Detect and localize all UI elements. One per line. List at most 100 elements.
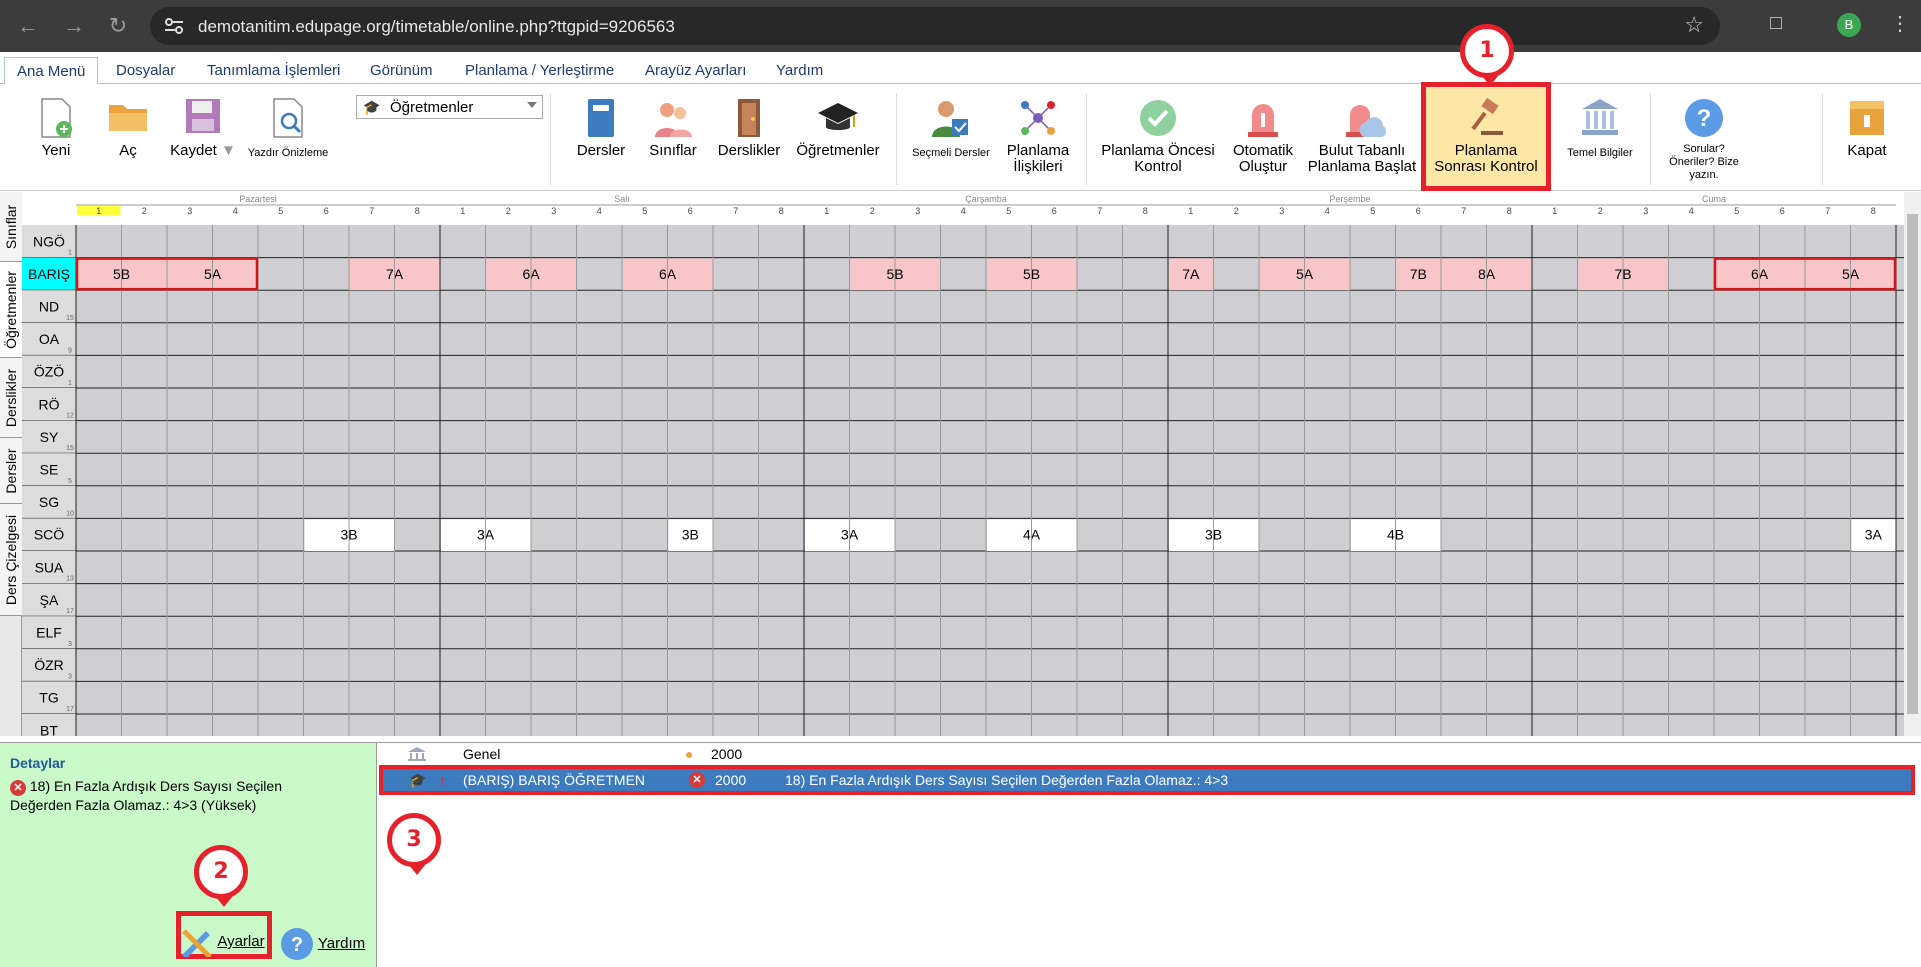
url-text[interactable]: demotanitim.edupage.org/timetable/online… bbox=[198, 17, 675, 37]
period-header: 6 bbox=[1052, 206, 1057, 216]
period-header: 8 bbox=[1143, 206, 1148, 216]
result-value: 2000 bbox=[715, 772, 747, 788]
bookmark-star-icon[interactable]: ☆ bbox=[1684, 12, 1704, 38]
tab-gorunum[interactable]: Görünüm bbox=[358, 57, 445, 84]
save-button[interactable]: Kaydet ▼ bbox=[168, 85, 238, 189]
settings-label: Ayarlar bbox=[217, 932, 265, 950]
period-header: 2 bbox=[506, 206, 511, 216]
teacher-row-count: 17 bbox=[66, 608, 74, 615]
arrow-up-icon: ↑ bbox=[439, 772, 446, 788]
side-tab-ders-cizelgesi[interactable]: Ders Çizelgesi bbox=[0, 504, 22, 616]
pre-check-label: Planlama Öncesi Kontrol bbox=[1101, 142, 1215, 175]
teacher-row-label: BT bbox=[40, 722, 58, 736]
check-circle-icon bbox=[1140, 100, 1176, 136]
auto-generate-button[interactable]: Otomatik Oluştur bbox=[1222, 85, 1304, 189]
siren-icon bbox=[1248, 104, 1278, 137]
period-header: 1 bbox=[460, 206, 465, 216]
tab-arayuz[interactable]: Arayüz Ayarları bbox=[633, 57, 758, 84]
period-header: 7 bbox=[1461, 206, 1466, 216]
period-header: 8 bbox=[779, 206, 784, 216]
lesson-card-label: 7A bbox=[1182, 266, 1200, 282]
teacher-row-label: SCÖ bbox=[34, 526, 64, 543]
classes-button[interactable]: Sınıflar bbox=[638, 85, 708, 189]
vertical-scrollbar[interactable] bbox=[1904, 192, 1921, 736]
result-row-general[interactable]: Genel ● 2000 bbox=[377, 743, 1921, 765]
period-header: 6 bbox=[688, 206, 693, 216]
save-dropdown-icon[interactable]: ▼ bbox=[221, 142, 236, 159]
error-icon: ✕ bbox=[689, 772, 705, 788]
period-header: 4 bbox=[597, 206, 602, 216]
building-icon bbox=[408, 747, 426, 761]
graduation-cap-icon bbox=[818, 103, 858, 130]
side-tab-dersler[interactable]: Dersler bbox=[0, 438, 22, 504]
extensions-icon[interactable]: □ bbox=[1770, 12, 1792, 34]
day-header: Salı bbox=[614, 194, 630, 204]
help-question-icon: ? bbox=[281, 928, 313, 960]
forward-icon[interactable]: → bbox=[60, 12, 88, 40]
lessons-button[interactable]: Dersler bbox=[566, 85, 636, 189]
period-header: 2 bbox=[1598, 206, 1603, 216]
period-header: 1 bbox=[1552, 206, 1557, 216]
pre-check-button[interactable]: Planlama Öncesi Kontrol bbox=[1096, 85, 1220, 189]
tab-yardim[interactable]: Yardım bbox=[764, 57, 835, 84]
period-header: 6 bbox=[1416, 206, 1421, 216]
period-header: 4 bbox=[1325, 206, 1330, 216]
period-header: 3 bbox=[187, 206, 192, 216]
teacher-row-label: ND bbox=[39, 299, 59, 315]
close-button[interactable]: Kapat bbox=[1830, 85, 1904, 189]
teacher-row-label: ELF bbox=[36, 625, 62, 641]
ribbon-separator bbox=[1822, 93, 1823, 185]
trophy-icon: ● bbox=[685, 746, 694, 762]
help-link[interactable]: ? Yardım bbox=[280, 927, 365, 960]
result-row-baris[interactable]: 🎓 ↑ (BARIŞ) BARIŞ ÖĞRETMEN ✕ 2000 18) En… bbox=[379, 765, 1915, 795]
browser-menu-icon[interactable]: ⋮ bbox=[1890, 11, 1910, 36]
settings-link[interactable]: Ayarlar bbox=[178, 927, 265, 959]
teacher-row-label: SG bbox=[39, 494, 59, 510]
print-preview-button[interactable]: Yazdır Önizleme bbox=[244, 85, 332, 189]
back-icon[interactable]: ← bbox=[14, 12, 42, 40]
open-button[interactable]: Aç bbox=[92, 85, 164, 189]
close-box-icon bbox=[1850, 101, 1884, 135]
new-label: Yeni bbox=[41, 142, 71, 159]
period-header: 1 bbox=[824, 206, 829, 216]
cloud-start-button[interactable]: Bulut Tabanlı Planlama Başlat bbox=[1306, 85, 1418, 189]
teacher-row-label: SUA bbox=[35, 559, 64, 575]
feedback-button[interactable]: ? Sorular? Öneriler? Bize yazın. bbox=[1660, 85, 1748, 189]
site-settings-icon[interactable] bbox=[164, 17, 184, 35]
side-tab-derslikler[interactable]: Derslikler bbox=[0, 358, 22, 438]
elective-button[interactable]: Seçmeli Dersler bbox=[906, 85, 996, 189]
close-label: Kapat bbox=[1847, 142, 1887, 159]
basic-info-label: Temel Bilgiler bbox=[1567, 147, 1633, 159]
lesson-card-label: 3B bbox=[682, 527, 699, 543]
print-preview-icon bbox=[273, 98, 303, 138]
teachers-button[interactable]: Öğretmenler bbox=[790, 85, 886, 189]
network-icon bbox=[1021, 101, 1055, 135]
teacher-row-label: SY bbox=[40, 429, 59, 445]
period-header: 7 bbox=[1097, 206, 1102, 216]
reload-icon[interactable]: ↻ bbox=[104, 12, 132, 40]
relations-button[interactable]: Planlama İlişkileri bbox=[1000, 85, 1076, 189]
tab-tanimlama[interactable]: Tanımlama İşlemleri bbox=[195, 57, 352, 84]
tab-ana-menu[interactable]: Ana Menü bbox=[4, 57, 99, 85]
ribbon-toolbar: Yeni Aç Kaydet ▼ Yazdır Önizleme 🎓 Öğret… bbox=[0, 85, 1921, 191]
period-header: 2 bbox=[1234, 206, 1239, 216]
scrollbar-thumb[interactable] bbox=[1907, 214, 1918, 714]
profile-avatar[interactable]: B bbox=[1837, 13, 1861, 37]
feedback-label: Sorular? Öneriler? Bize yazın. bbox=[1669, 143, 1739, 181]
basic-info-button[interactable]: Temel Bilgiler bbox=[1560, 85, 1640, 189]
period-header: 5 bbox=[642, 206, 647, 216]
side-tab-siniflar[interactable]: Sınıflar bbox=[0, 192, 22, 262]
error-icon: ✕ bbox=[10, 780, 26, 796]
tab-dosyalar[interactable]: Dosyalar bbox=[104, 57, 187, 84]
period-header: 1 bbox=[1188, 206, 1193, 216]
period-header: 2 bbox=[870, 206, 875, 216]
classrooms-button[interactable]: Derslikler bbox=[710, 85, 788, 189]
tab-planlama[interactable]: Planlama / Yerleştirme bbox=[453, 57, 626, 84]
teachers-label: Öğretmenler bbox=[796, 142, 880, 159]
classrooms-label: Derslikler bbox=[717, 142, 781, 159]
side-tab-ogretmenler[interactable]: Öğretmenler bbox=[0, 262, 22, 358]
new-button[interactable]: Yeni bbox=[22, 85, 90, 189]
view-select-dropdown[interactable]: 🎓 Öğretmenler bbox=[356, 95, 543, 119]
book-icon bbox=[588, 99, 614, 137]
period-header: 5 bbox=[1006, 206, 1011, 216]
